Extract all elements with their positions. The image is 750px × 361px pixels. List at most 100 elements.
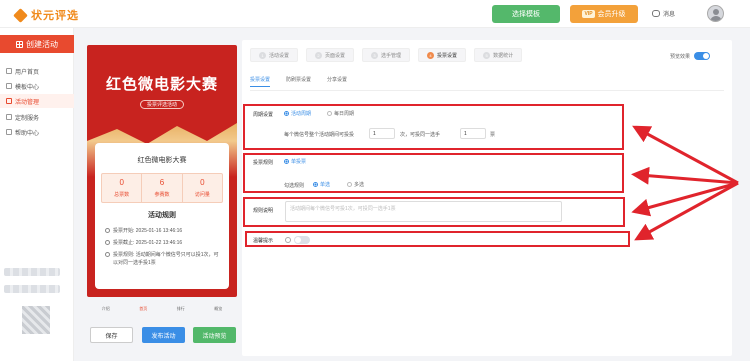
rule-vote: 投票规则: 活动期间每个微信号只可以投1次，可以对同一选手投1票 — [105, 251, 223, 267]
rule-start: 投票开始: 2025-01-16 13:46:16 — [105, 227, 223, 235]
preview-switch[interactable] — [694, 52, 711, 60]
step-label: 选手管理 — [381, 52, 402, 59]
settings-subtabs: 投票设置 防刷票设置 分享设置 — [250, 76, 347, 87]
votes-per-user-input[interactable]: 1 — [369, 128, 395, 139]
step-statistics[interactable]: 5 数据统计 — [474, 48, 523, 62]
preview-tab[interactable]: 排行 — [177, 306, 185, 312]
template-icon — [6, 83, 12, 89]
period-option-daily[interactable]: 每日周期 — [327, 110, 354, 117]
radio-label: 每日周期 — [334, 111, 355, 117]
stats-box: 0 总票数 6 参赛数 0 访问量 — [101, 173, 223, 203]
service-icon — [6, 114, 12, 120]
rule-end: 投票截止: 2025-01-22 13:46:16 — [105, 239, 223, 247]
tip-switch[interactable] — [294, 236, 310, 244]
stat-total-votes: 0 总票数 — [102, 174, 141, 202]
rules-title: 活动规则 — [148, 212, 176, 219]
tab-share[interactable]: 分享设置 — [327, 76, 347, 87]
preview-tabbar: 介绍 首页 排行 概览 — [87, 306, 237, 312]
preview-tag: 投票评选活动 — [140, 100, 184, 109]
select-option-single[interactable]: 单选 — [313, 181, 330, 188]
card-title: 红色微电影大赛 — [137, 157, 187, 164]
avatar[interactable] — [707, 5, 724, 22]
clock-icon — [105, 240, 110, 245]
tab-anti-fraud[interactable]: 防刷票设置 — [286, 76, 311, 87]
radio-icon — [313, 182, 318, 187]
messages-link[interactable]: 消息 — [652, 9, 675, 18]
annotation-arrows — [631, 125, 739, 241]
sidebar-item-help[interactable]: 帮助中心 — [0, 125, 74, 139]
stat-label: 总票数 — [114, 192, 130, 198]
select-template-button[interactable]: 选择模板 — [492, 5, 560, 23]
sidebar-item-label: 用户首页 — [15, 69, 40, 76]
sidebar-item-label: 帮助中心 — [15, 130, 40, 137]
create-activity-button[interactable]: 创建活动 — [0, 35, 74, 53]
activity-icon — [6, 98, 12, 104]
sidebar-item-custom-service[interactable]: 定制服务 — [0, 110, 74, 124]
select-template-label: 选择模板 — [512, 11, 540, 18]
divider — [250, 90, 724, 91]
step-number: 1 — [259, 51, 266, 59]
radio-label: 多选 — [354, 182, 365, 188]
info-icon — [105, 252, 110, 257]
stat-value: 0 — [119, 178, 124, 187]
toggle-label: 预览效果 — [670, 53, 691, 60]
sidebar-item-home[interactable]: 用户首页 — [0, 64, 74, 78]
vip-badge: VIP — [582, 10, 595, 18]
step-vote-settings[interactable]: 4 投票设置 — [418, 48, 467, 62]
preview-tab[interactable]: 概览 — [214, 306, 222, 312]
period-text-a: 每个微信号整个活动期间可投投 — [284, 132, 355, 138]
tip-label: 温馨提示 — [253, 238, 274, 244]
sidebar-item-label: 活动管理 — [15, 99, 40, 106]
vip-upgrade-button[interactable]: VIP 会员升级 — [570, 5, 638, 23]
preview-effect-toggle[interactable]: 预览效果 — [670, 52, 711, 60]
rule-description-textarea[interactable]: 活动期间每个微信号可投1次，可投同一选手1票 — [285, 201, 562, 222]
preview-card: 红色微电影大赛 0 总票数 6 参赛数 0 访问量 活动规则 投票开始: 202… — [95, 143, 229, 289]
blurred-contact-row — [4, 285, 60, 293]
step-contestants[interactable]: 3 选手管理 — [362, 48, 411, 62]
period-option-activity[interactable]: 活动周期 — [284, 110, 311, 117]
radio-label: 活动周期 — [291, 111, 312, 117]
top-header: 状元评选 选择模板 VIP 会员升级 消息 — [0, 0, 750, 28]
sidebar-item-activity-management[interactable]: 活动管理 — [0, 94, 74, 108]
radio-icon — [284, 159, 289, 164]
create-activity-label: 创建活动 — [26, 39, 58, 49]
clock-icon — [105, 228, 110, 233]
question-icon — [285, 237, 291, 243]
period-text-b: 次，可投同一选手 — [400, 132, 441, 138]
preview-tab-active[interactable]: 首页 — [139, 306, 147, 312]
select-rule-label: 勾选规则 — [284, 183, 305, 189]
logo-icon — [13, 7, 28, 23]
step-label: 投票设置 — [437, 52, 458, 59]
preview-button[interactable]: 活动预览 — [193, 327, 236, 343]
step-label: 数据统计 — [493, 52, 514, 59]
step-bar: 1 活动设置 2 页面设置 3 选手管理 4 投票设置 5 数据统计 — [250, 48, 523, 62]
preview-title: 红色微电影大赛 — [105, 76, 218, 93]
publish-button[interactable]: 发布活动 — [142, 327, 185, 343]
step-number: 5 — [483, 51, 491, 59]
sidebar-item-templates[interactable]: 模板中心 — [0, 79, 74, 93]
radio-icon — [284, 111, 289, 116]
step-activity-settings[interactable]: 1 活动设置 — [250, 48, 299, 62]
rule-text: 投票规则: 活动期间每个微信号只可以投1次，可以对同一选手投1票 — [113, 252, 219, 266]
stat-value: 0 — [200, 178, 205, 187]
arrow-to-tip — [634, 181, 739, 241]
logo[interactable]: 状元评选 — [13, 7, 79, 23]
logo-text: 状元评选 — [31, 10, 79, 22]
preview-tab[interactable]: 介绍 — [102, 306, 110, 312]
rule-label: 投票规则 — [253, 160, 274, 166]
messages-label: 消息 — [663, 12, 676, 18]
period-label: 周期设置 — [253, 112, 274, 118]
stat-value: 6 — [159, 178, 165, 187]
select-option-multi[interactable]: 多选 — [347, 181, 364, 188]
tab-vote-settings[interactable]: 投票设置 — [250, 76, 271, 87]
step-page-settings[interactable]: 2 页面设置 — [306, 48, 355, 62]
blurred-qr-code — [22, 306, 50, 334]
sidebar-item-label: 模板中心 — [15, 84, 40, 91]
save-button[interactable]: 保存 — [90, 327, 133, 343]
period-text-c: 票 — [490, 132, 496, 138]
message-icon — [652, 10, 660, 17]
step-number: 3 — [371, 51, 379, 59]
rule-option-single[interactable]: 单投票 — [284, 158, 306, 165]
stat-visits: 0 访问量 — [181, 174, 222, 202]
votes-per-contestant-input[interactable]: 1 — [460, 128, 486, 139]
